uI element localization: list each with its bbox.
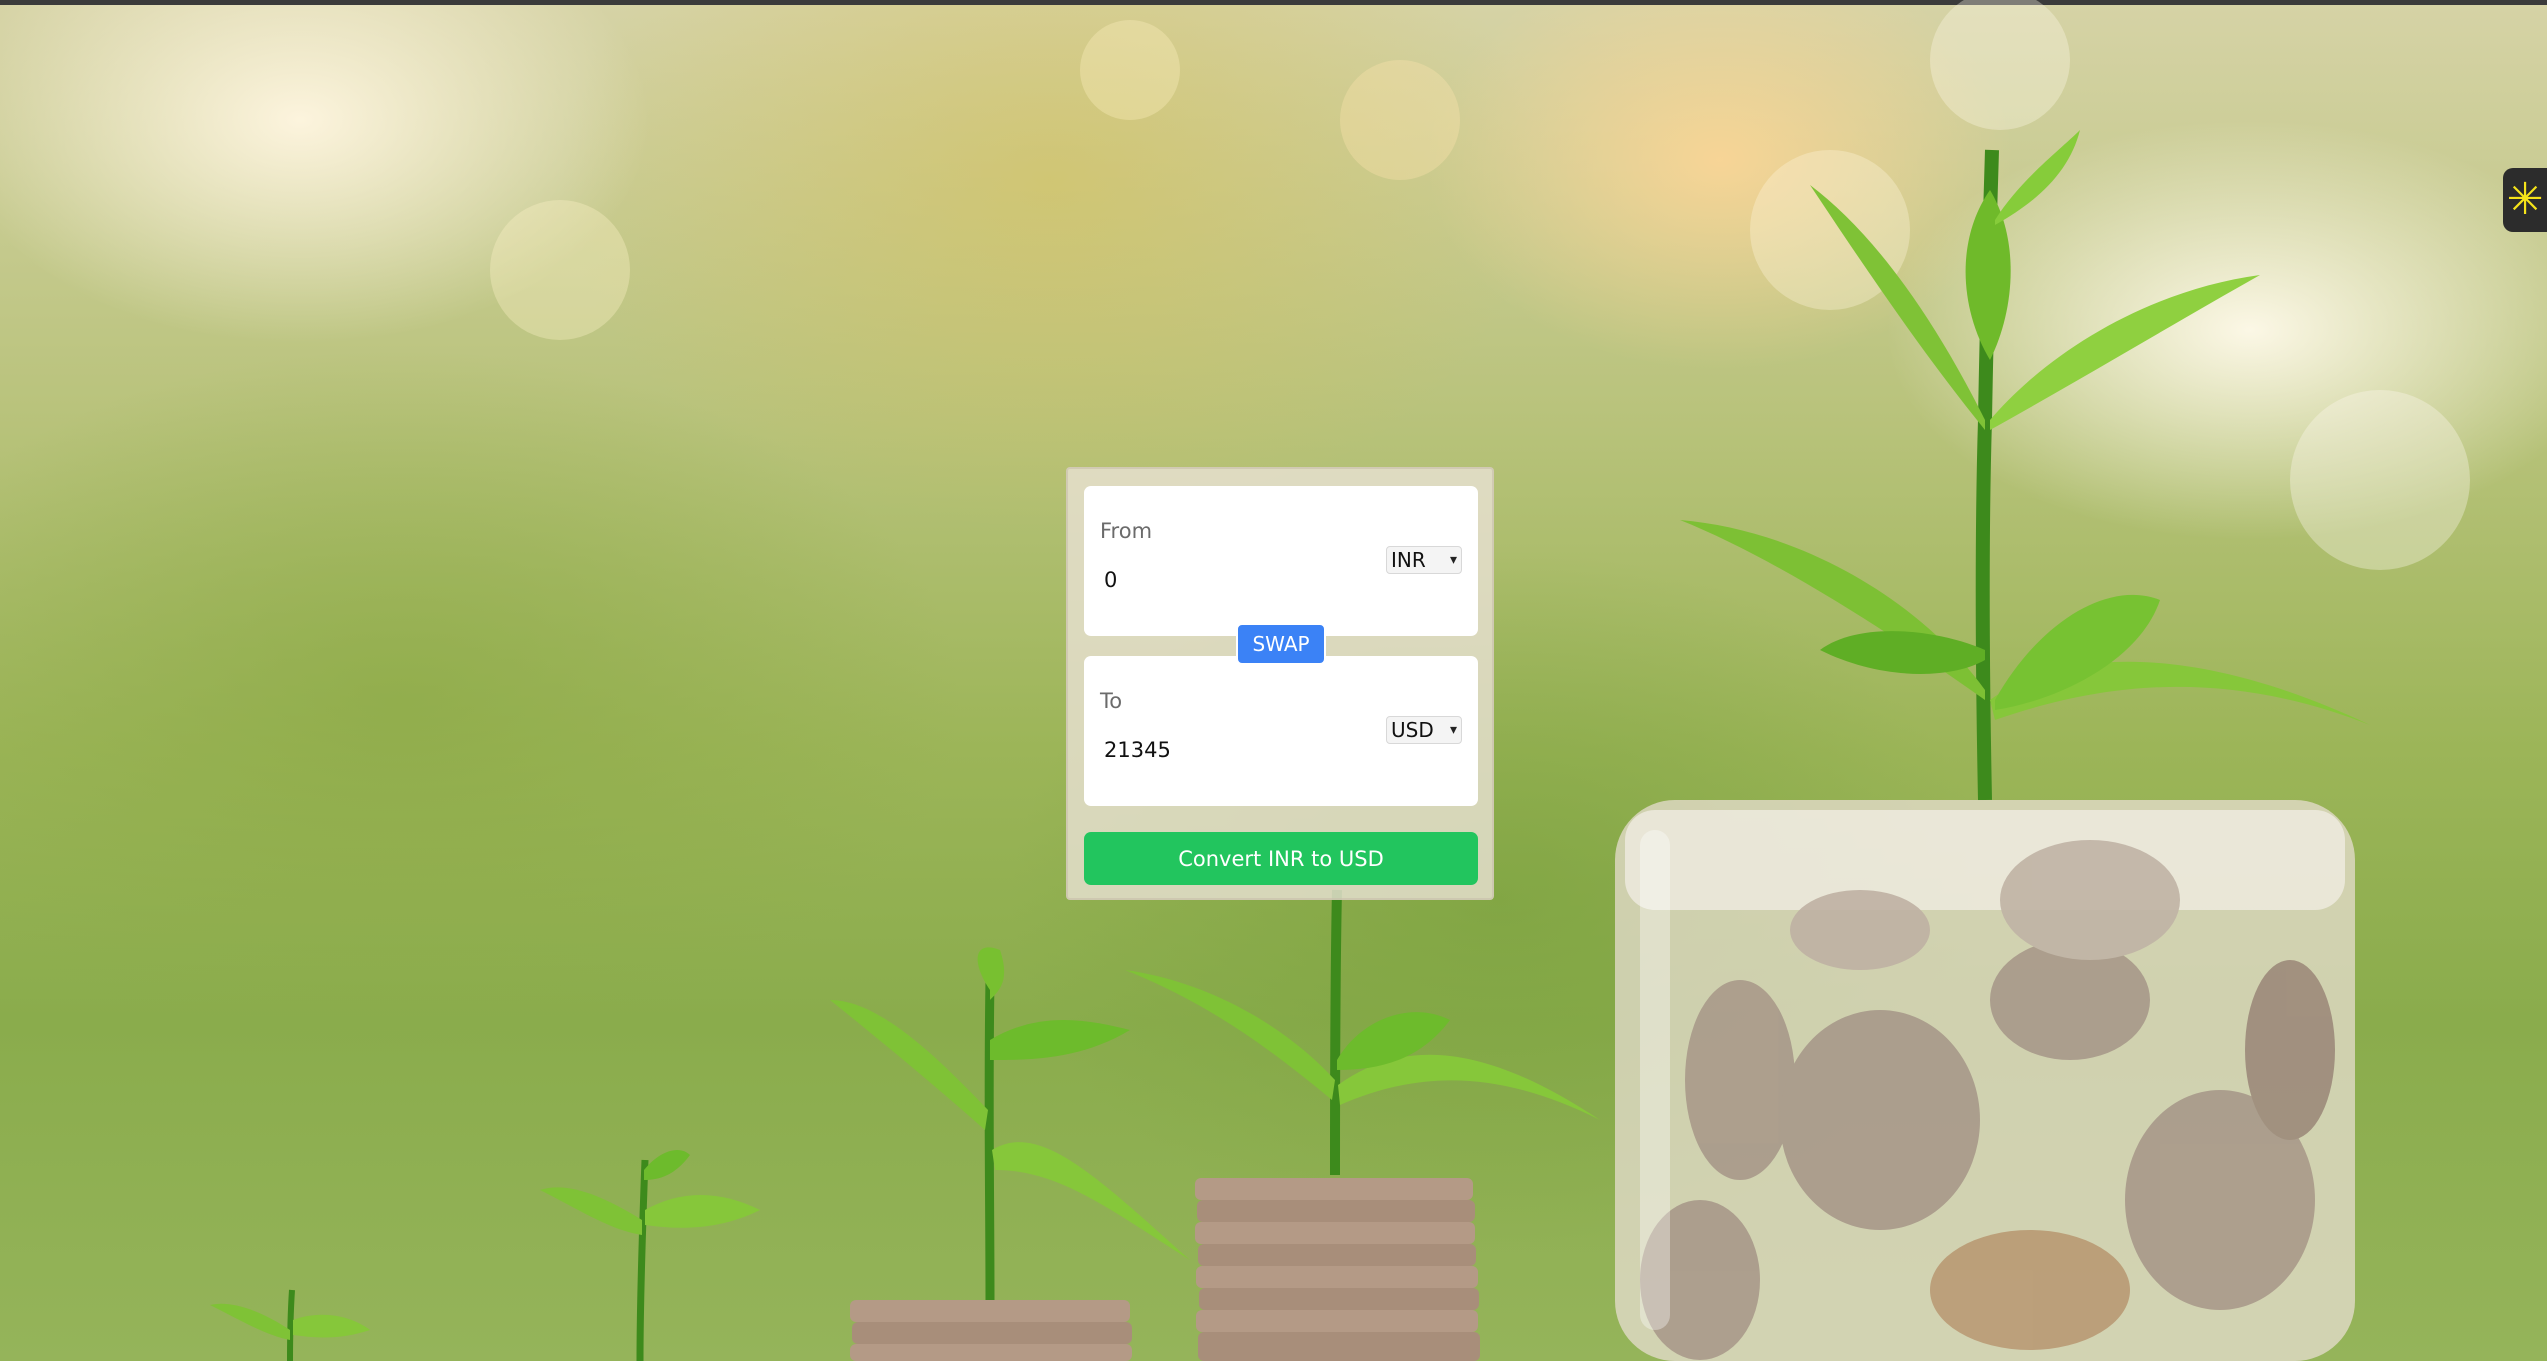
chevron-down-icon: ▾ xyxy=(1449,722,1457,738)
currency-converter-card: From INR ▾ SWAP To USD ▾ Convert INR to … xyxy=(1066,467,1494,900)
from-currency-select[interactable]: INR ▾ xyxy=(1386,546,1462,574)
to-amount-input[interactable] xyxy=(1100,732,1368,768)
page: ✳ From INR ▾ SWAP To USD ▾ Convert INR t… xyxy=(0,0,2547,1361)
to-panel: To USD ▾ xyxy=(1084,656,1478,806)
swap-button[interactable]: SWAP xyxy=(1236,623,1326,665)
side-widget-button[interactable]: ✳ xyxy=(2503,168,2547,232)
from-currency-value: INR xyxy=(1391,548,1426,572)
convert-button[interactable]: Convert INR to USD xyxy=(1084,832,1478,885)
to-currency-value: USD xyxy=(1391,718,1434,742)
chevron-down-icon: ▾ xyxy=(1449,552,1457,568)
from-amount-input[interactable] xyxy=(1100,562,1368,598)
from-label: From xyxy=(1100,519,1153,543)
asterisk-icon: ✳ xyxy=(2506,174,2544,225)
from-panel: From INR ▾ xyxy=(1084,486,1478,636)
to-label: To xyxy=(1100,689,1123,713)
to-currency-select[interactable]: USD ▾ xyxy=(1386,716,1462,744)
